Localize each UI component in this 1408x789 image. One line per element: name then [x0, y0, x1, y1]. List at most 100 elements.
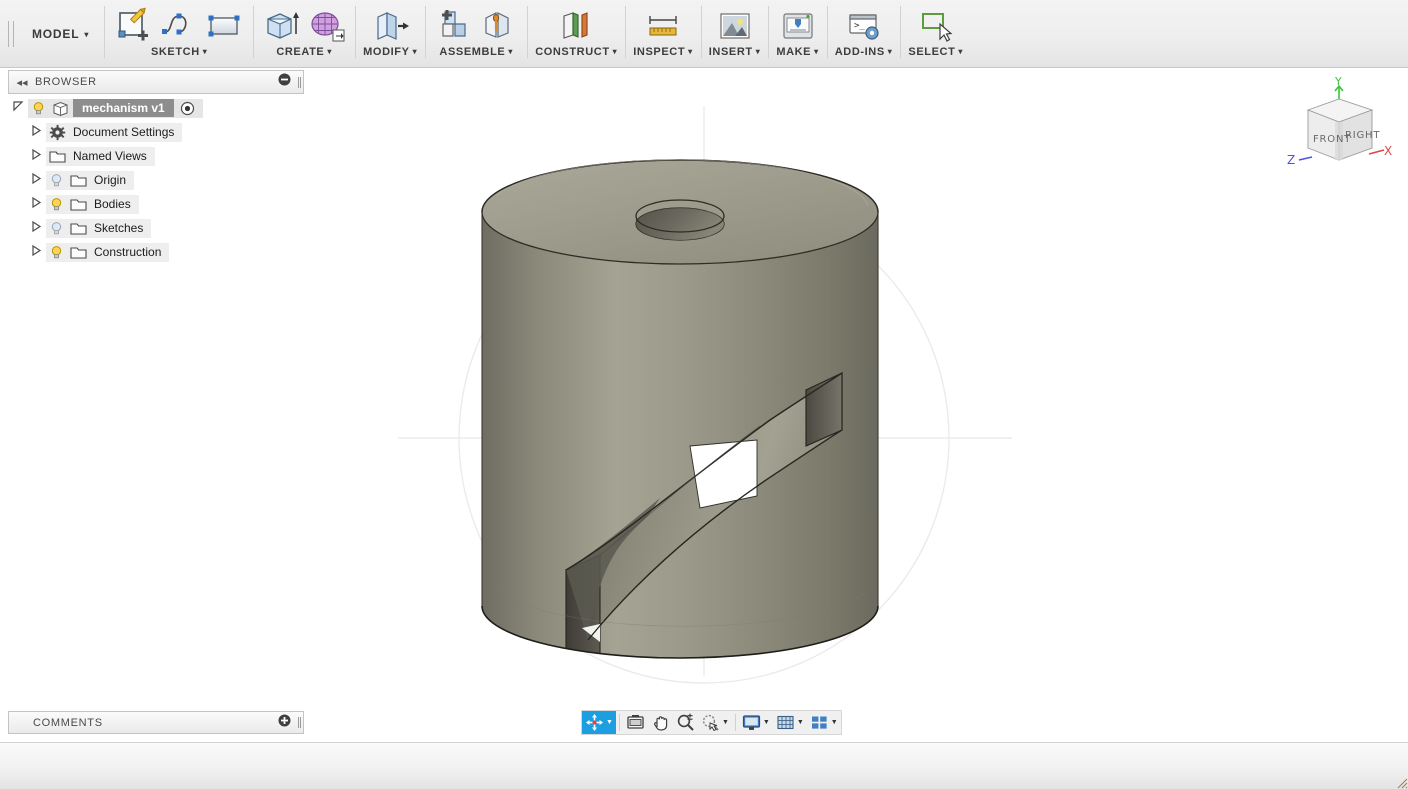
form-mesh-icon[interactable]	[307, 6, 347, 46]
tree-item-document-settings[interactable]: Document Settings	[8, 120, 304, 144]
ribbon-group-label-create[interactable]: CREATE ▾	[276, 46, 332, 58]
visibility-bulb-icon[interactable]	[48, 172, 65, 189]
visibility-bulb-icon[interactable]	[48, 244, 65, 261]
chevron-down-icon[interactable]: ▼	[763, 719, 770, 726]
chevron-down-icon[interactable]: ▼	[831, 719, 838, 726]
ribbon-group-label-construct[interactable]: CONSTRUCT ▾	[535, 46, 617, 58]
component-icon	[51, 100, 70, 117]
nav-divider	[618, 714, 620, 731]
ribbon-group-select: SELECT ▾	[900, 0, 971, 68]
press-pull-icon[interactable]	[370, 6, 410, 46]
ribbon-group-label-assemble[interactable]: ASSEMBLE ▾	[439, 46, 513, 58]
viewports-button[interactable]: ▼	[807, 711, 841, 734]
chevron-down-icon[interactable]: ▼	[606, 719, 613, 726]
joint-icon[interactable]	[479, 6, 519, 46]
extrude-icon[interactable]	[261, 6, 301, 46]
grid-snaps-button[interactable]: ▼	[773, 711, 807, 734]
ribbon-toolbar: MODEL ▾ SKETCH ▾ CREATE ▾ MODIFY ▾ ASSEM…	[0, 0, 1408, 68]
ribbon-group-label-select[interactable]: SELECT ▾	[908, 46, 963, 58]
ribbon-group-assemble: ASSEMBLE ▾	[425, 0, 527, 68]
visibility-bulb-icon[interactable]	[48, 220, 65, 237]
tree-item-sketches[interactable]: Sketches	[8, 216, 304, 240]
display-settings-button[interactable]: ▼	[739, 711, 773, 734]
tree-item-named-views[interactable]: Named Views	[8, 144, 304, 168]
tree-item-label: mechanism v1	[73, 99, 174, 117]
ribbon-group-label-sketch[interactable]: SKETCH ▾	[151, 46, 207, 58]
resize-grip[interactable]	[1394, 775, 1408, 789]
offset-plane-icon[interactable]	[556, 6, 596, 46]
zoom-button[interactable]	[673, 711, 698, 734]
select-cursor-icon[interactable]	[916, 6, 956, 46]
tree-item-mechanism-v1[interactable]: mechanism v1	[8, 96, 304, 120]
view-cube[interactable]: Y X Z FRONT RIGHT	[1280, 72, 1400, 176]
new-component-icon[interactable]	[433, 6, 473, 46]
expand-triangle-icon[interactable]	[26, 220, 46, 235]
spline-icon[interactable]	[159, 6, 199, 46]
workspace-label: MODEL	[32, 27, 80, 41]
viewcube-y-label: Y	[1334, 75, 1342, 88]
browser-title: BROWSER	[35, 76, 97, 88]
measure-icon[interactable]	[643, 6, 683, 46]
folder-icon	[48, 148, 67, 165]
visibility-bulb-icon[interactable]	[48, 196, 65, 213]
ribbon-group-label-insert[interactable]: INSERT ▾	[709, 46, 761, 58]
tree-item-label: Bodies	[94, 197, 131, 211]
comments-panel-header[interactable]: COMMENTS	[8, 711, 304, 734]
ribbon-group-label-addins[interactable]: ADD-INS ▾	[835, 46, 893, 58]
orbit-button[interactable]: ▼	[582, 711, 616, 734]
browser-collapse-icon[interactable]: ◂◂	[9, 76, 35, 89]
tree-item-label: Named Views	[73, 149, 147, 163]
insert-image-icon[interactable]	[715, 6, 755, 46]
look-at-button[interactable]	[623, 711, 648, 734]
scripts-addins-icon[interactable]: >_	[844, 6, 884, 46]
chevron-down-icon[interactable]: ▼	[797, 719, 804, 726]
comments-resize-grip[interactable]	[295, 717, 303, 728]
create-sketch-icon[interactable]	[113, 6, 153, 46]
expand-triangle-icon[interactable]	[26, 148, 46, 163]
navigation-bar: ▼ ▼ ▼ ▼ ▼	[581, 710, 842, 735]
timeline-bar	[0, 742, 1408, 789]
tree-item-bodies[interactable]: Bodies	[8, 192, 304, 216]
browser-resize-grip[interactable]	[295, 76, 303, 88]
expand-triangle-icon[interactable]	[26, 172, 46, 187]
visibility-bulb-icon[interactable]	[30, 100, 47, 117]
3d-print-icon[interactable]	[778, 6, 818, 46]
chevron-down-icon[interactable]: ▼	[722, 719, 729, 726]
gear-icon	[48, 124, 67, 141]
viewcube-x-label: X	[1384, 144, 1392, 158]
ribbon-group-label-make[interactable]: MAKE ▾	[776, 46, 818, 58]
ribbon-group-construct: CONSTRUCT ▾	[527, 0, 625, 68]
minus-circle-icon[interactable]	[273, 73, 295, 91]
tree-item-label: Sketches	[94, 221, 144, 235]
ribbon-group-insert: INSERT ▾	[700, 0, 769, 68]
tree-item-label: Construction	[94, 245, 162, 259]
tree-item-origin[interactable]: Origin	[8, 168, 304, 192]
tree-item-label: Origin	[94, 173, 127, 187]
ribbon-group-modify: MODIFY ▾	[355, 0, 425, 68]
ribbon-group-sketch: SKETCH ▾	[105, 0, 253, 68]
browser-panel-header: ◂◂ BROWSER	[8, 70, 304, 94]
nav-divider	[734, 714, 736, 731]
expand-triangle-icon[interactable]	[26, 124, 46, 139]
folder-icon	[69, 172, 88, 189]
tree-item-label: Document Settings	[73, 125, 175, 139]
ribbon-group-label-inspect[interactable]: INSPECT ▾	[633, 46, 693, 58]
plus-circle-icon[interactable]	[273, 714, 295, 732]
expand-triangle-icon[interactable]	[26, 244, 46, 259]
ribbon-group-label-modify[interactable]: MODIFY ▾	[363, 46, 417, 58]
viewcube-axis-z	[1298, 156, 1313, 161]
pan-button[interactable]	[648, 711, 673, 734]
tree-item-construction[interactable]: Construction	[8, 240, 304, 264]
active-component-dot[interactable]	[180, 101, 195, 116]
folder-icon	[69, 196, 88, 213]
rectangle-icon[interactable]	[205, 6, 245, 46]
expand-triangle-icon[interactable]	[8, 101, 28, 115]
svg-text:>_: >_	[854, 21, 865, 31]
fit-button[interactable]: ▼	[698, 711, 732, 734]
expand-triangle-icon[interactable]	[26, 196, 46, 211]
folder-icon	[69, 220, 88, 237]
workspace-switcher[interactable]: MODEL ▾	[22, 0, 105, 68]
viewcube-right-label: RIGHT	[1345, 130, 1380, 141]
viewcube-axis-x	[1368, 149, 1385, 155]
ribbon-drag-grip[interactable]	[0, 0, 22, 68]
